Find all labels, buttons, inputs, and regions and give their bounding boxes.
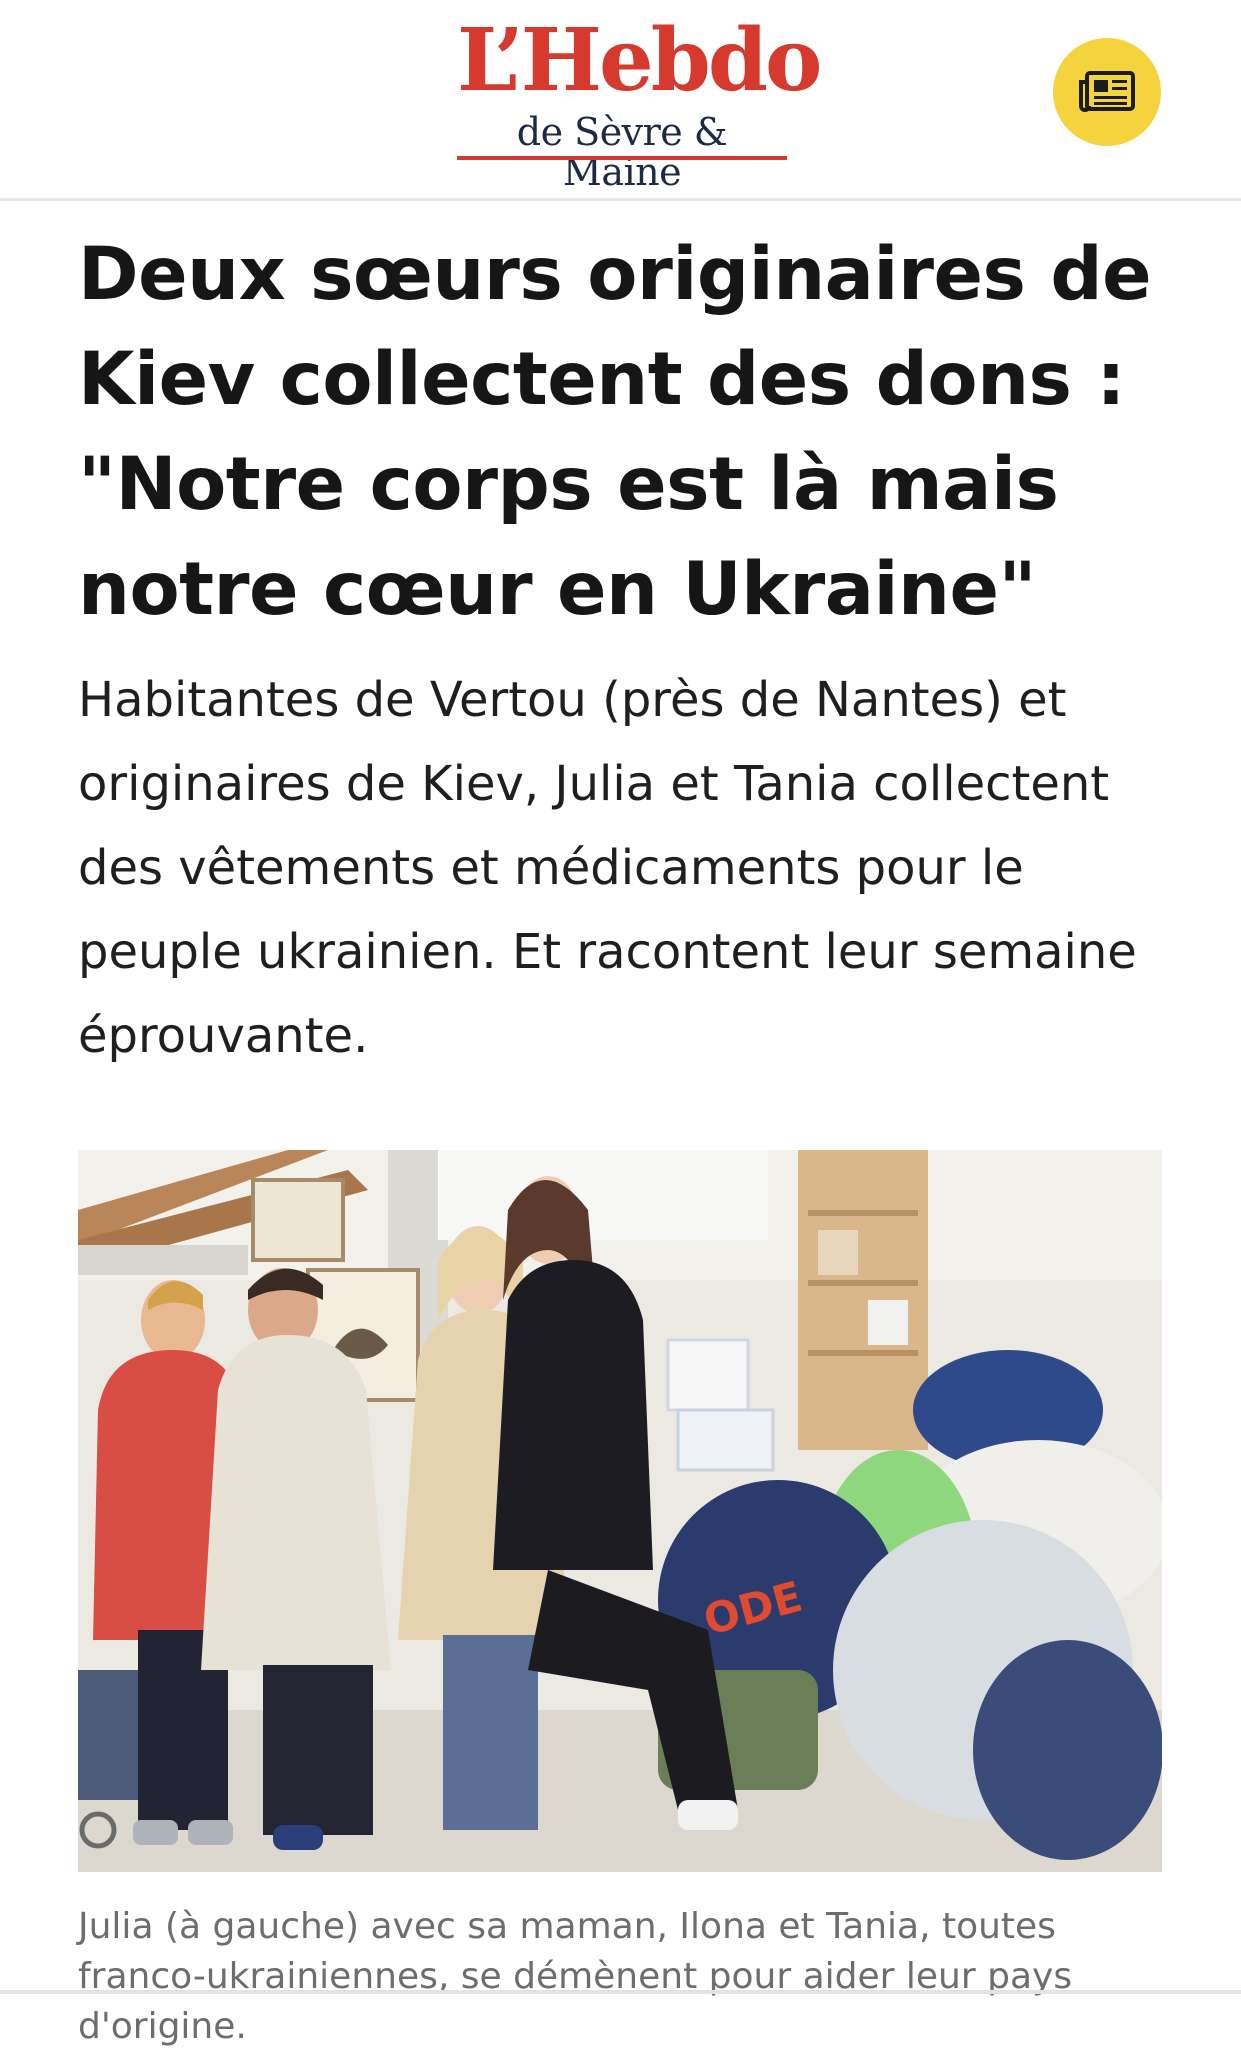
- newspaper-menu-button[interactable]: [1053, 38, 1161, 146]
- logo-underline: [457, 156, 787, 160]
- photo-illustration: ODE: [78, 1150, 1162, 1872]
- article-photo[interactable]: ODE: [78, 1150, 1162, 1872]
- logo-title: L’Hebdo: [457, 10, 822, 111]
- article-headline: Deux sœurs originaires de Kiev collecten…: [78, 232, 1152, 632]
- logo-subtitle: de Sèvre & Maine: [516, 110, 728, 194]
- newspaper-icon: [1078, 70, 1136, 114]
- photo-caption: Julia (à gauche) avec sa maman, Ilona et…: [78, 1906, 1073, 2047]
- site-logo[interactable]: L’Hebdo de Sèvre & Maine: [457, 10, 822, 192]
- site-header: L’Hebdo de Sèvre & Maine: [0, 0, 1241, 201]
- article-lead: Habitantes de Vertou (près de Nantes) et…: [78, 672, 1137, 1064]
- bottom-divider: [0, 1990, 1241, 1994]
